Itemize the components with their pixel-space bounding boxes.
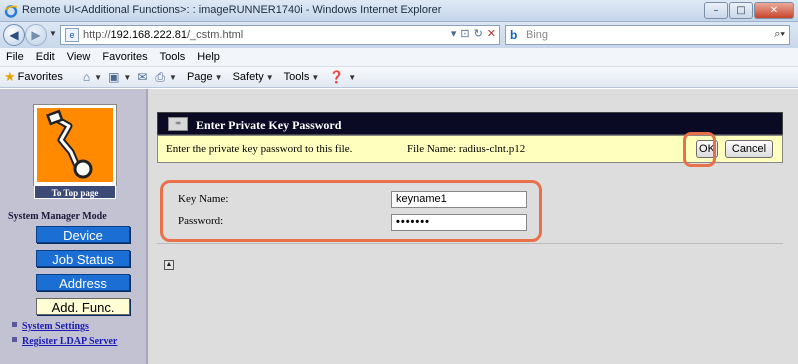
system-manager-mode-label: System Manager Mode [8,211,107,222]
file-name-text: File Name: radius-clnt.p12 [407,143,526,155]
back-arrow-icon: ◀ [9,28,19,42]
mail-icon[interactable]: ✉ [137,70,147,84]
chevron-down-icon: ▼ [348,72,357,82]
chevron-down-icon: ▼ [311,72,320,82]
tools-menu-button[interactable]: Tools ▼ [284,71,320,83]
menu-view[interactable]: View [61,51,97,63]
chevron-down-icon: ▼ [265,72,274,82]
chevron-down-icon: ▼ [214,72,223,82]
back-button[interactable]: ◀ [3,24,25,46]
menu-file[interactable]: File [0,51,30,63]
menu-bar: File Edit View Favorites Tools Help [0,48,798,67]
keyboard-icon: ⌨ [168,117,188,131]
bullet-icon [12,322,17,327]
sidebar: To Top page System Manager Mode Device J… [0,89,148,364]
to-top-page-link[interactable]: To Top page [34,185,116,199]
home-dropdown-icon[interactable]: ▼ [94,73,102,82]
back-to-top-icon[interactable]: ▲ [164,260,174,270]
sidebar-button-address[interactable]: Address [36,274,130,291]
instruction-text: Enter the private key password to this f… [166,143,353,155]
address-dropdown-icon[interactable]: ▾ [451,27,457,40]
forward-button[interactable]: ▶ [25,24,47,46]
print-icon[interactable]: ⎙ [155,70,165,85]
home-icon[interactable]: ⌂ [83,70,90,84]
favorites-button[interactable]: Favorites [18,71,63,83]
ok-highlight-ring [683,132,716,167]
stop-icon[interactable]: ✕ [487,27,496,40]
help-icon: ❓ [329,70,345,84]
sidebar-button-device[interactable]: Device [36,226,130,243]
key-name-label: Key Name: [178,193,229,205]
remote-ui-logo[interactable] [34,105,116,185]
search-placeholder[interactable]: Bing [526,29,548,41]
page-content: To Top page System Manager Mode Device J… [0,89,798,364]
sidebar-button-add-func[interactable]: Add. Func. [36,298,130,315]
page-title: Enter Private Key Password [196,118,342,132]
system-settings-link[interactable]: System Settings [22,322,89,332]
favorites-star-icon[interactable]: ★ [4,69,16,85]
sidebar-button-job-status[interactable]: Job Status [36,250,130,267]
form-highlight-ring [160,180,542,242]
address-url[interactable]: http://192.168.222.81/_cstm.html [83,29,243,41]
key-name-field[interactable]: keyname1 [391,191,527,208]
recent-pages-dropdown-icon[interactable]: ▼ [49,29,57,38]
print-dropdown-icon[interactable]: ▼ [169,73,177,82]
bullet-icon [12,337,17,342]
forward-arrow-icon: ▶ [31,28,41,42]
password-label: Password: [178,215,224,227]
password-field[interactable]: ••••••• [391,214,527,231]
maximize-button[interactable]: □ [729,2,753,19]
menu-edit[interactable]: Edit [30,51,61,63]
logo-icon [46,109,93,179]
favorites-bar: ★ Favorites ⌂ ▼ ▣ ▼ ✉ ⎙ ▼ Page ▼ Safety ▼ Too… [0,67,798,88]
window-titlebar: Remote UI<Additional Functions>: : image… [0,0,798,22]
main-panel: ⌨ Enter Private Key Password Enter the p… [150,89,798,364]
compatibility-view-icon[interactable]: ⊡ [460,27,469,40]
menu-tools[interactable]: Tools [154,51,192,63]
cancel-button[interactable]: Cancel [725,140,773,158]
menu-favorites[interactable]: Favorites [96,51,153,63]
navigation-bar: ◀ ▶ ▼ e http://192.168.222.81/_cstm.html… [0,22,798,48]
page-menu-button[interactable]: Page ▼ [187,71,223,83]
close-window-button[interactable]: ✕ [754,2,794,19]
menu-help[interactable]: Help [191,51,226,63]
minimize-button[interactable]: – [704,2,728,19]
internet-explorer-icon [4,5,18,18]
divider [157,243,783,244]
refresh-icon[interactable]: ↻ [474,27,483,40]
window-title: Remote UI<Additional Functions>: : image… [22,4,442,16]
page-icon: e [65,28,79,42]
feeds-icon[interactable]: ▣ [108,70,119,84]
address-bar[interactable]: e http://192.168.222.81/_cstm.html ▾ ⊡ ↻… [60,25,500,45]
bing-logo-icon: b [510,28,518,42]
search-box[interactable]: b Bing ⌕▾ [505,25,790,45]
register-ldap-server-link[interactable]: Register LDAP Server [22,337,122,347]
help-menu-button[interactable]: ❓ ▼ [329,70,356,84]
feeds-dropdown-icon[interactable]: ▼ [123,73,131,82]
search-icon[interactable]: ⌕▾ [774,28,785,41]
safety-menu-button[interactable]: Safety ▼ [233,71,274,83]
